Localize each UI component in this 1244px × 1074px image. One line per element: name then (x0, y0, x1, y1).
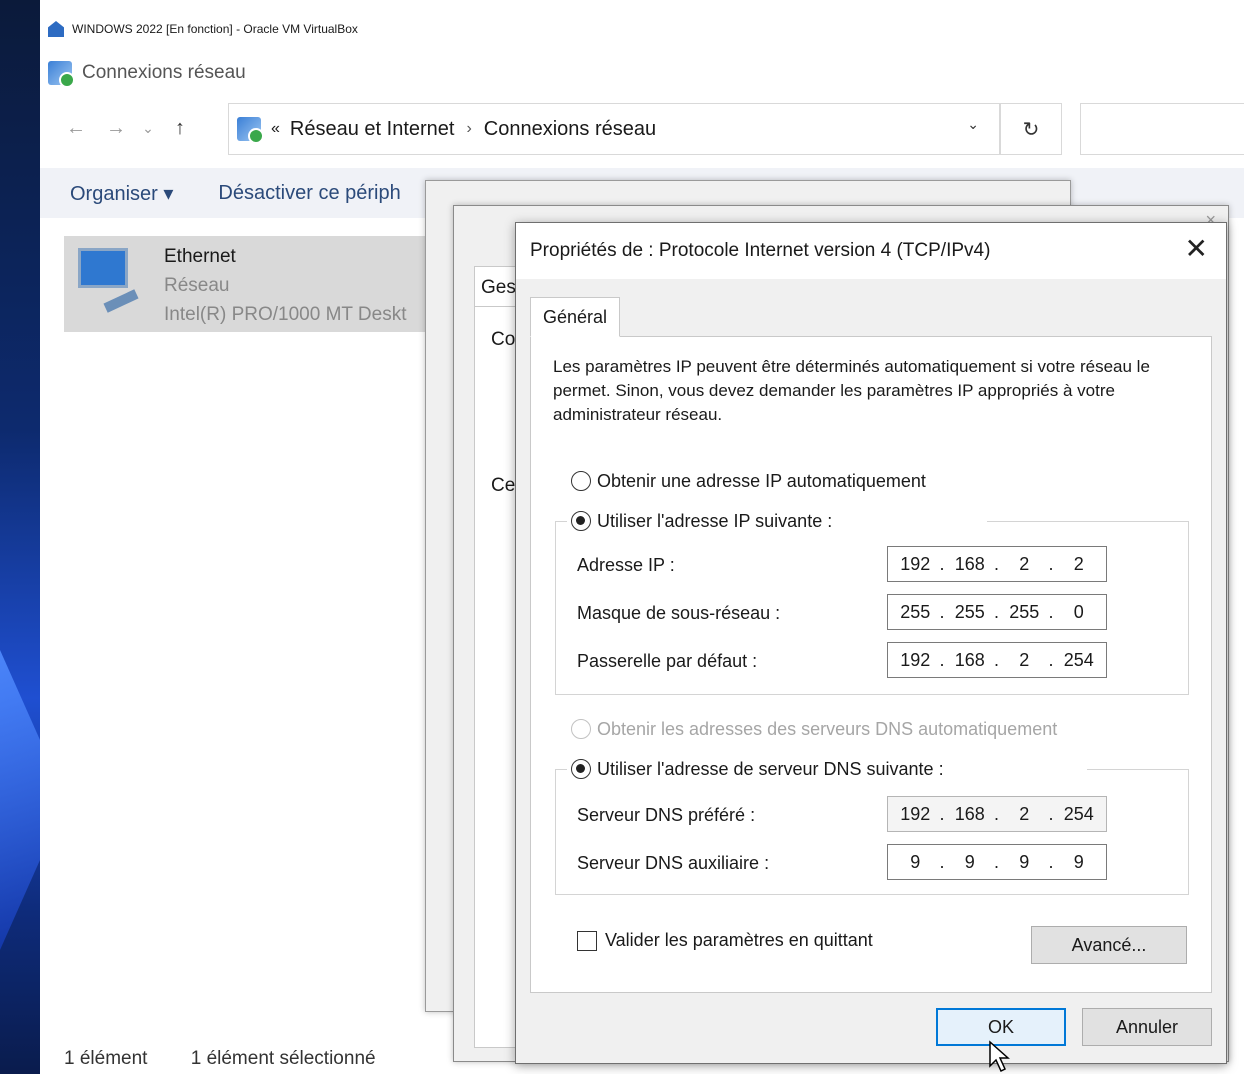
dns1-octet-3: 2 (994, 804, 1052, 825)
advanced-button[interactable]: Avancé... (1031, 926, 1187, 964)
back-arrow-icon[interactable]: ← (56, 117, 96, 140)
dns-manual-radio[interactable] (571, 759, 591, 779)
validate-on-exit-checkbox[interactable] (577, 931, 597, 951)
close-icon[interactable]: ✕ (1185, 235, 1208, 263)
explorer-title-text: Connexions réseau (82, 62, 246, 83)
intro-text: Les paramètres IP peuvent être déterminé… (553, 357, 1150, 424)
network-connections-icon (48, 61, 75, 88)
desktop-background (0, 0, 40, 1074)
gateway-octet-1: 192 (900, 649, 931, 670)
selected-count: 1 élément sélectionné (190, 1048, 376, 1069)
address-bar[interactable]: « Réseau et Internet › Connexions réseau… (228, 103, 1000, 155)
gateway-label: Passerelle par défaut : (577, 651, 758, 671)
address-network-icon (237, 117, 264, 144)
gateway-octet-4: 254 (1049, 650, 1107, 671)
breadcrumb-overflow-icon[interactable]: « (271, 120, 280, 138)
explorer-title: Connexions réseau (48, 58, 246, 88)
dns-alternate-label: Serveur DNS auxiliaire : (577, 853, 770, 873)
general-tab-panel: Les paramètres IP peuvent être déterminé… (530, 336, 1212, 993)
dns2-octet-4: 9 (1049, 852, 1107, 873)
ip-octet-1: 192 (900, 553, 931, 574)
breadcrumb-network-connections[interactable]: Connexions réseau (484, 118, 656, 141)
components-label: Ce (491, 475, 516, 496)
dns2-octet-1: 9 (910, 851, 921, 872)
connection-network: Réseau (164, 275, 230, 296)
ip-manual-label[interactable]: Utiliser l'adresse IP suivante : (597, 511, 839, 532)
virtualbox-title-bar: WINDOWS 2022 [En fonction] - Oracle VM V… (40, 10, 1244, 48)
ip-octet-2: 168 (940, 554, 998, 575)
mouse-cursor-icon (989, 1040, 1010, 1073)
status-bar: 1 élément 1 élément sélectionné (64, 1048, 376, 1070)
recent-locations-icon[interactable]: ⌄ (136, 120, 160, 137)
gateway-octet-2: 168 (940, 650, 998, 671)
search-input[interactable] (1080, 103, 1244, 155)
dns-preferred-input[interactable]: 192 1682254 (887, 796, 1107, 832)
ip-manual-radio[interactable] (571, 511, 591, 531)
dns1-octet-2: 168 (940, 804, 998, 825)
ethernet-adapter-icon (74, 248, 139, 313)
address-dropdown-icon[interactable]: ⌄ (967, 116, 979, 133)
navigation-bar: ← → ⌄ ↑ « Réseau et Internet › Connexion… (40, 103, 1244, 155)
gateway-octet-3: 2 (994, 650, 1052, 671)
refresh-button[interactable]: ↻ (1000, 103, 1062, 155)
dns2-octet-3: 9 (994, 852, 1052, 873)
desktop-wallpaper-wave (0, 650, 40, 950)
subnet-octet-2: 255 (940, 602, 998, 623)
up-arrow-icon[interactable]: ↑ (160, 117, 200, 140)
ipv4-properties-dialog: Propriétés de : Protocole Internet versi… (515, 222, 1227, 1064)
dns-auto-radio[interactable] (571, 719, 591, 739)
dns1-octet-4: 254 (1049, 804, 1107, 825)
subnet-octet-3: 255 (994, 602, 1052, 623)
dns1-octet-1: 192 (900, 803, 931, 824)
dialog-title-bar: Propriétés de : Protocole Internet versi… (516, 223, 1226, 279)
ip-octet-4: 2 (1049, 554, 1107, 575)
connection-name: Ethernet (164, 246, 236, 267)
refresh-icon: ↻ (1022, 118, 1040, 141)
dns-alternate-input[interactable]: 9999 (887, 844, 1107, 880)
ip-auto-label[interactable]: Obtenir une adresse IP automatiquement (597, 471, 926, 492)
breadcrumb-network-internet[interactable]: Réseau et Internet (290, 118, 455, 141)
virtualbox-icon (48, 21, 64, 37)
ethernet-connection-item[interactable]: Ethernet Réseau Intel(R) PRO/1000 MT Des… (64, 236, 434, 332)
organize-menu[interactable]: Organiser ▾ (70, 181, 173, 206)
item-count: 1 élément (64, 1048, 148, 1069)
ip-auto-radio[interactable] (571, 471, 591, 491)
dns-preferred-label: Serveur DNS préféré : (577, 805, 756, 825)
subnet-octet-1: 255 (900, 601, 931, 622)
disable-device-button[interactable]: Désactiver ce périph (218, 182, 400, 205)
validate-on-exit-label[interactable]: Valider les paramètres en quittant (605, 930, 873, 951)
forward-arrow-icon[interactable]: → (96, 117, 136, 140)
subnet-mask-input[interactable]: 2552552550 (887, 594, 1107, 630)
gateway-input[interactable]: 192 1682254 (887, 642, 1107, 678)
ip-octet-3: 2 (994, 554, 1052, 575)
dns-auto-label[interactable]: Obtenir les adresses des serveurs DNS au… (597, 719, 1057, 740)
ip-address-label: Adresse IP : (577, 555, 675, 575)
breadcrumb-separator-icon: › (466, 120, 472, 137)
connection-adapter: Intel(R) PRO/1000 MT Deskt (164, 304, 407, 325)
subnet-mask-label: Masque de sous-réseau : (577, 603, 781, 623)
ip-address-input[interactable]: 19216822 (887, 546, 1107, 582)
subnet-octet-4: 0 (1049, 602, 1107, 623)
tab-general[interactable]: Général (530, 297, 620, 337)
connect-using-label: Co (491, 329, 516, 350)
dns-manual-label[interactable]: Utiliser l'adresse de serveur DNS suivan… (597, 759, 950, 780)
dns2-octet-2: 9 (940, 852, 998, 873)
vm-title: WINDOWS 2022 [En fonction] - Oracle VM V… (72, 22, 358, 36)
dialog-title: Propriétés de : Protocole Internet versi… (530, 240, 991, 261)
cancel-button[interactable]: Annuler (1082, 1008, 1212, 1046)
